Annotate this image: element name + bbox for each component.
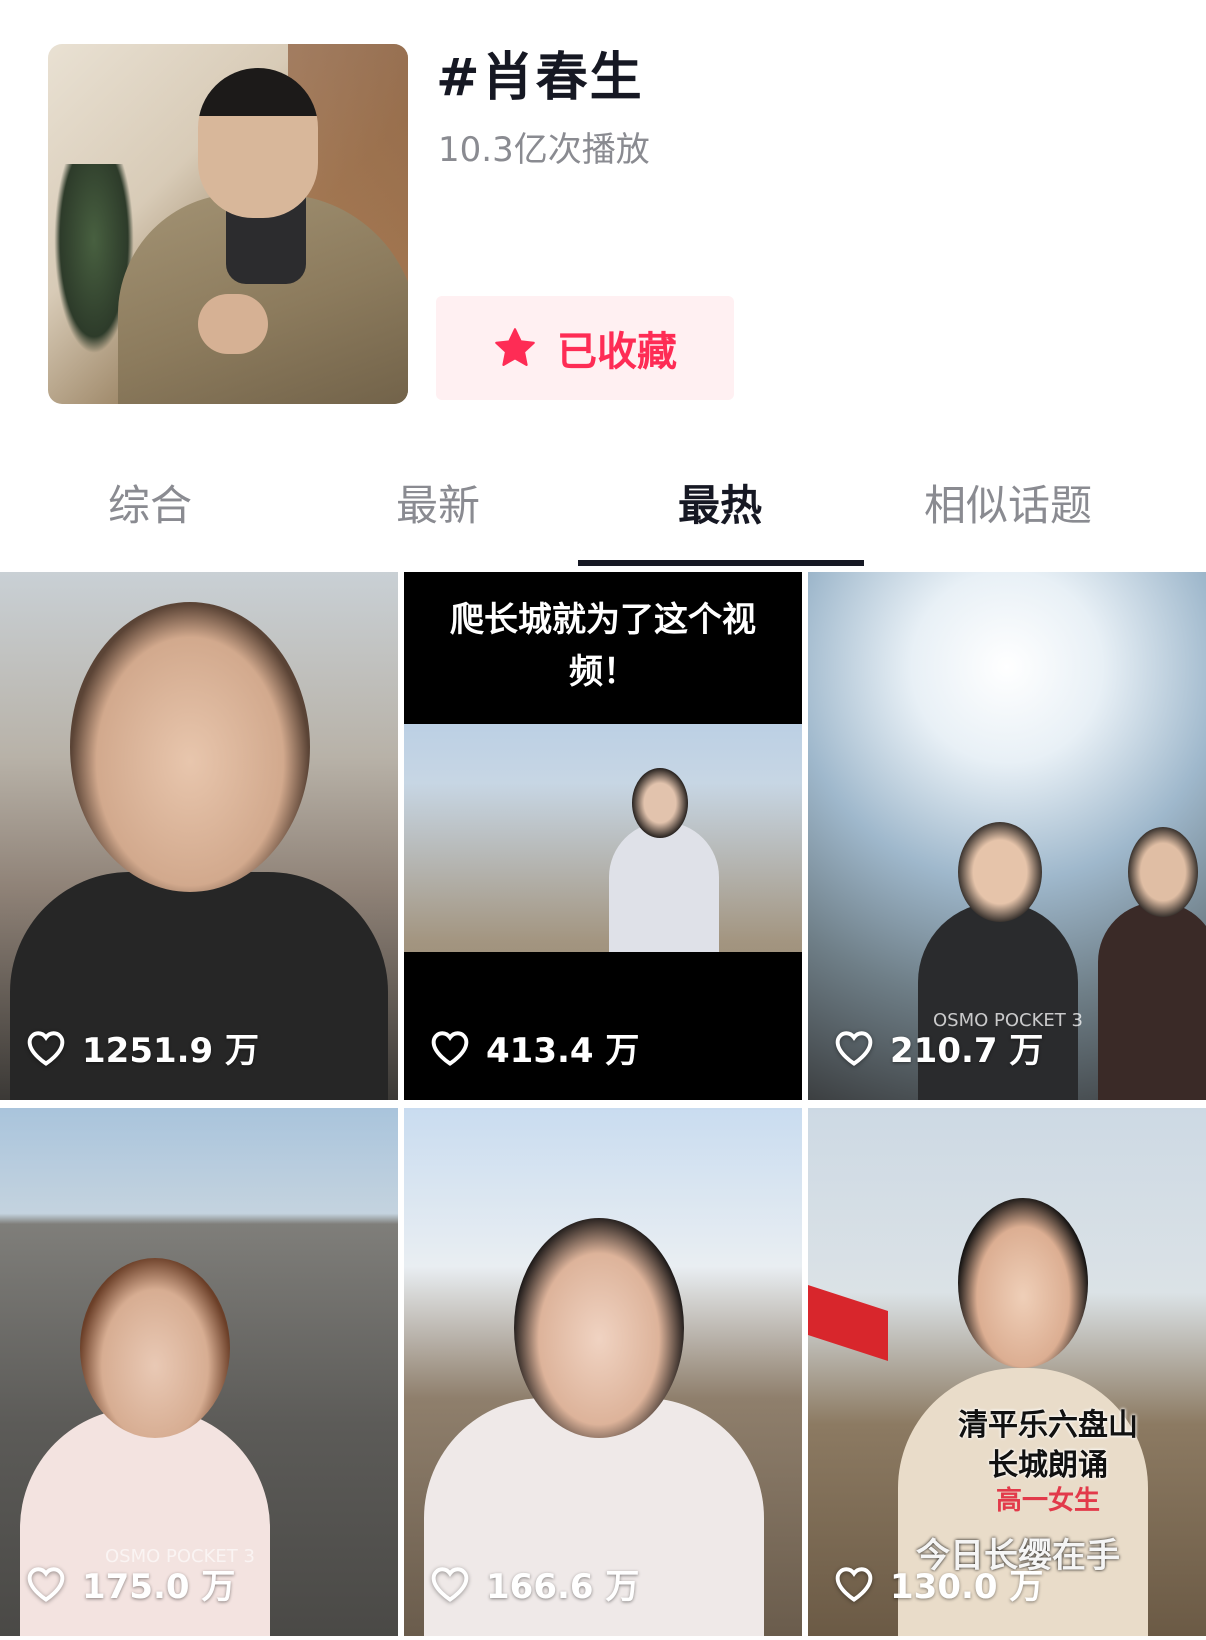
video-tile[interactable]: 爬长城就为了这个视频！ 413.4 万 [404, 572, 802, 1100]
like-count: 1251.9 万 [26, 1023, 259, 1072]
video-tile[interactable]: 清平乐六盘山 长城朗诵 高一女生 今日长缨在手 130.0 万 [808, 1108, 1206, 1636]
heart-icon [431, 1566, 469, 1602]
video-overlay-tag: 高一女生 [995, 1486, 1100, 1516]
heart-icon [431, 1030, 469, 1066]
favorite-label: 已收藏 [557, 329, 677, 375]
tab-latest[interactable]: 最新 [288, 456, 588, 564]
tab-similar-topics[interactable]: 相似话题 [858, 456, 1158, 564]
play-count: 10.3亿次播放 [438, 130, 650, 170]
tab-hottest[interactable]: 最热 [570, 456, 870, 564]
like-count: 130.0 万 [834, 1559, 1043, 1608]
like-count: 175.0 万 [26, 1559, 235, 1608]
tab-comprehensive[interactable]: 综合 [0, 456, 300, 564]
like-count: 166.6 万 [430, 1559, 639, 1608]
heart-icon [835, 1030, 873, 1066]
heart-icon [27, 1030, 65, 1066]
star-icon [495, 328, 535, 366]
heart-icon [835, 1566, 873, 1602]
video-caption: 爬长城就为了这个视频！ [450, 600, 756, 692]
video-grid: 1251.9 万 爬长城就为了这个视频！ 413.4 万 OSMO POCKET… [0, 572, 1206, 1640]
like-count: 413.4 万 [430, 1023, 639, 1072]
video-tile[interactable]: OSMO POCKET 3 175.0 万 [0, 1108, 398, 1636]
active-tab-indicator [578, 560, 864, 566]
tab-bar: 综合 最新 最热 相似话题 [0, 456, 1206, 566]
like-count: 210.7 万 [834, 1023, 1043, 1072]
video-tile[interactable]: 1251.9 万 [0, 572, 398, 1100]
topic-cover-image [48, 44, 408, 404]
topic-title: #肖春生 [436, 48, 644, 108]
video-tile[interactable]: OSMO POCKET 3 210.7 万 [808, 572, 1206, 1100]
heart-icon [27, 1566, 65, 1602]
video-overlay-title: 清平乐六盘山 [958, 1408, 1138, 1443]
video-tile[interactable]: 166.6 万 [404, 1108, 802, 1636]
video-overlay-subtitle: 长城朗诵 [988, 1448, 1108, 1483]
favorite-button[interactable]: 已收藏 [436, 296, 734, 400]
